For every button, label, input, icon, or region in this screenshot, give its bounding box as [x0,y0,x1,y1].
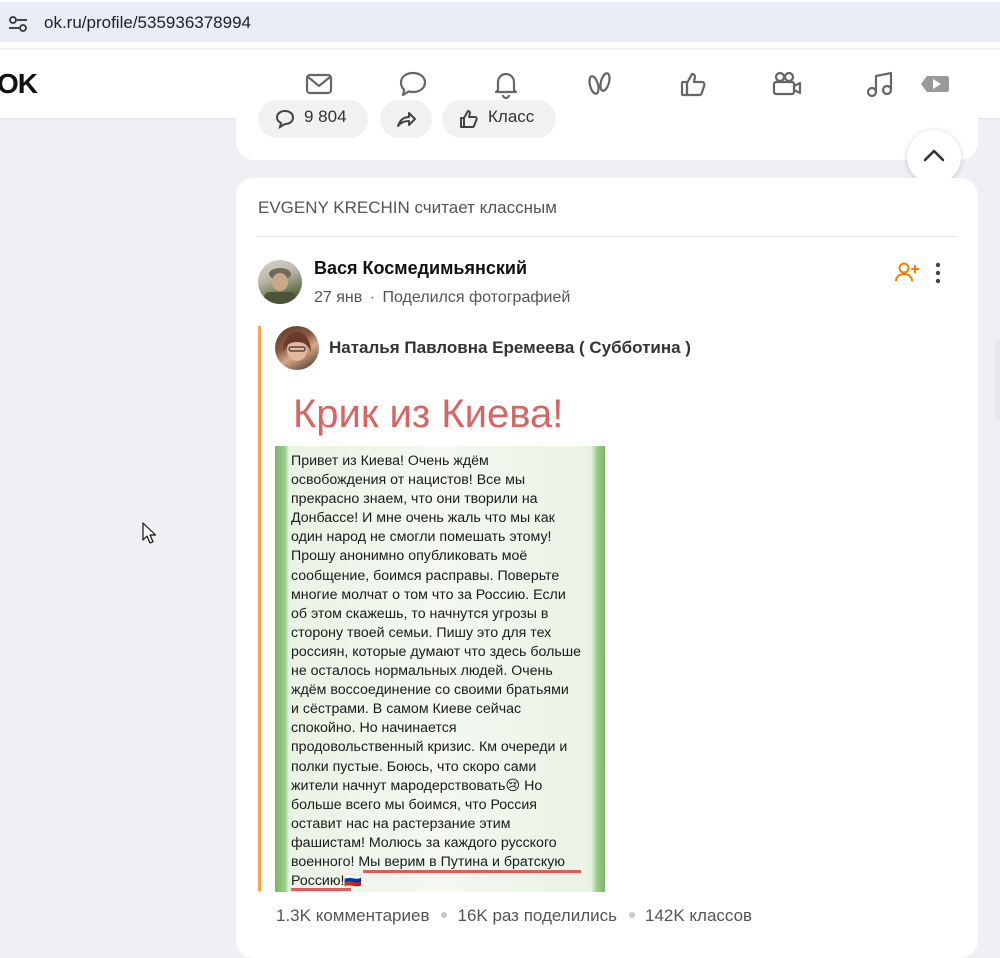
chevron-up-icon [923,149,945,162]
browser-address-bar: ok.ru/profile/535936378994 [0,0,1000,48]
photo-title: Крик из Киева! [293,392,564,436]
mouse-cursor-icon [142,522,156,544]
url-text[interactable]: ok.ru/profile/535936378994 [44,13,251,33]
original-author-avatar[interactable] [275,326,319,370]
share-icon [397,112,416,127]
guests-icon[interactable] [583,67,617,101]
post-action: Поделился фотографией [382,289,571,306]
video-play-icon[interactable] [918,67,952,101]
share-button[interactable] [380,100,432,138]
author-name[interactable]: Вася Космедимьянский [314,258,527,279]
reshare-quote-bar [258,326,261,891]
comment-icon [275,109,295,130]
photo-text: Привет из Киева! Очень ждём освобождения… [291,453,582,890]
class-button[interactable]: Класс [442,100,556,138]
liked-by-text[interactable]: EVGENY KRECHIN считает классным [258,198,557,218]
bell-icon[interactable] [489,67,523,101]
original-author-name[interactable]: Наталья Павловна Еремеева ( Субботина ) [329,338,691,358]
right-panel-edge [995,340,1000,420]
address-field[interactable]: ok.ru/profile/535936378994 [0,2,1000,42]
text-underline [291,888,351,891]
photo-message: Привет из Киева! Очень ждём освобождения… [275,446,605,892]
music-icon[interactable] [863,67,897,101]
shares-stat[interactable]: 16K раз поделились [457,906,617,925]
post-date[interactable]: 27 янв [314,289,362,306]
text-underline [363,870,581,873]
author-avatar[interactable] [258,260,302,304]
mail-icon[interactable] [302,67,336,101]
likes-stat[interactable]: 142K классов [645,906,752,925]
thumb-up-icon [460,110,478,128]
meta-separator: · [369,289,376,306]
class-label: Класс [488,107,535,126]
chat-icon[interactable] [396,67,430,101]
like-icon[interactable] [677,67,711,101]
stat-separator [628,912,635,918]
feed-card: EVGENY KRECHIN считает классным Вася Кос… [236,178,978,958]
previous-post-card: 9 804 Класс [236,100,978,160]
post-meta: 27 янв · Поделился фотографией [314,289,570,307]
ok-logo[interactable]: OK [0,68,38,100]
stat-separator [441,912,448,918]
scroll-to-top-button[interactable] [907,130,961,184]
video-camera-icon[interactable] [770,67,804,101]
add-friend-icon[interactable] [894,261,920,283]
post-photo[interactable]: Крик из Киева! Привет из Киева! Очень жд… [275,384,605,892]
comments-button[interactable]: 9 804 [258,100,368,138]
site-settings-icon[interactable] [8,15,28,33]
divider [256,236,956,237]
comments-count: 9 804 [304,107,347,126]
post-stats: 1.3K комментариев 16K раз поделились 142K … [276,906,752,926]
more-options-icon[interactable] [934,262,942,284]
comments-stat[interactable]: 1.3K комментариев [276,906,429,925]
